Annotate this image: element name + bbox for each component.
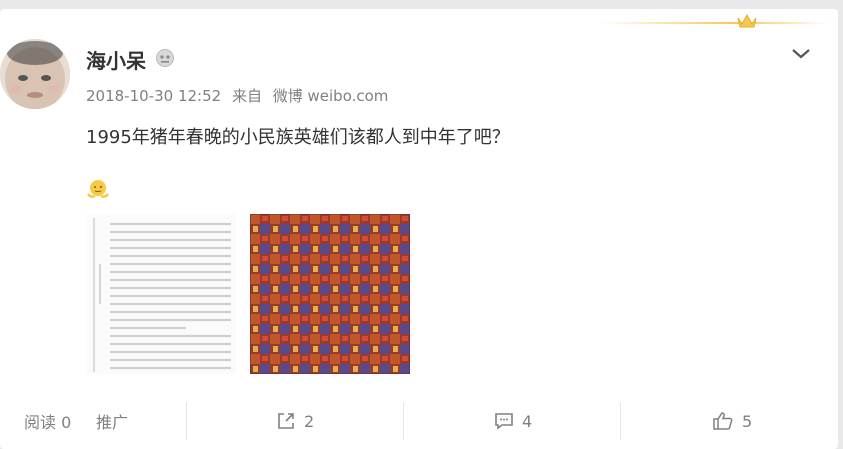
weibo-post-card: 海小呆 2018-10-30 12:52 来自 微博 weibo.com 199… <box>0 9 838 449</box>
repost-icon <box>278 413 294 429</box>
thumbs-up-icon <box>713 412 733 430</box>
post-source: 微博 weibo.com <box>272 87 389 105</box>
comment-button[interactable]: 4 <box>494 402 532 440</box>
promote-button[interactable]: 推广 <box>96 402 128 440</box>
repost-count: 2 <box>304 411 315 431</box>
like-button[interactable]: 5 <box>712 402 752 440</box>
footer-divider <box>620 402 621 440</box>
chevron-down-icon[interactable] <box>790 45 812 63</box>
read-label: 阅读 0 <box>24 413 72 432</box>
comment-icon <box>495 413 513 430</box>
repost-button[interactable]: 2 <box>276 402 314 440</box>
comment-count: 4 <box>522 411 533 431</box>
read-count: 阅读 0 <box>24 402 71 440</box>
promote-label: 推广 <box>96 413 129 432</box>
card-decoration-line <box>600 22 830 24</box>
post-meta: 2018-10-30 12:52 来自 微博 weibo.com <box>86 85 394 106</box>
footer-divider <box>186 402 187 440</box>
like-count: 5 <box>742 411 753 431</box>
post-text: 1995年猪年春晚的小民族英雄们该都人到中年了吧？ <box>86 127 510 148</box>
post-image-document[interactable] <box>86 214 236 374</box>
post-footer: 阅读 0 推广 2 4 5 <box>0 402 838 440</box>
crown-icon <box>737 13 757 28</box>
footer-divider <box>403 402 404 440</box>
shrug-emoji-icon <box>87 180 109 198</box>
source-prefix: 来自 <box>231 87 262 105</box>
avatar[interactable] <box>0 39 70 109</box>
user-badge-icon[interactable] <box>155 48 175 68</box>
post-date[interactable]: 2018-10-30 12:52 <box>86 87 221 105</box>
username[interactable]: 海小呆 <box>86 45 146 74</box>
post-image-collage[interactable] <box>250 214 410 374</box>
